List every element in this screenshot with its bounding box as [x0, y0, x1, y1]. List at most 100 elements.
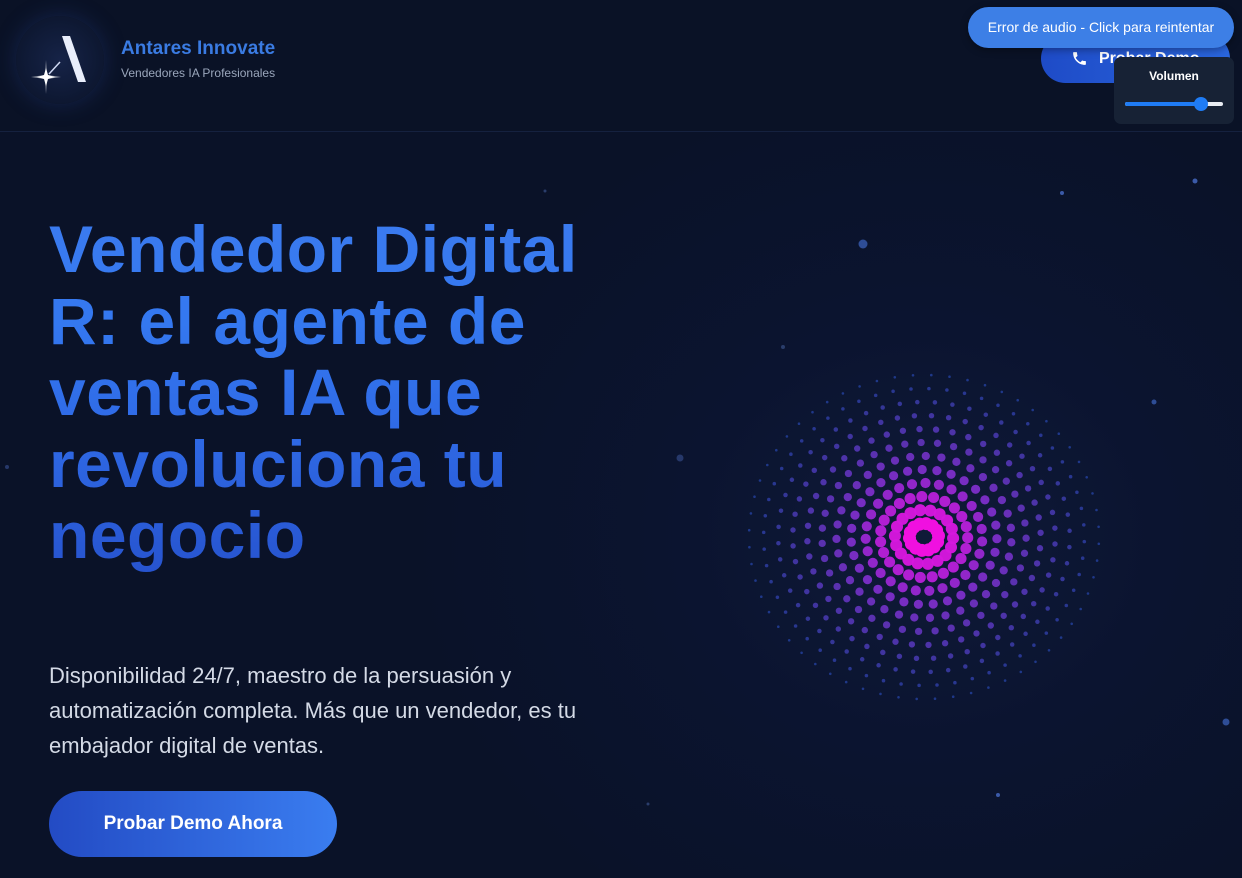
orb-particle [747, 528, 751, 532]
orb-particle [944, 541, 958, 554]
orb-particle [958, 636, 965, 643]
orb-particle [956, 606, 965, 615]
orb-particle [927, 540, 941, 554]
orb-particle [976, 523, 987, 535]
orb-particle [1055, 481, 1061, 486]
try-demo-now-button[interactable]: Probar Demo Ahora [49, 791, 337, 857]
orb-particle [876, 663, 881, 668]
orb-particle [863, 410, 869, 416]
orb-particle [890, 456, 900, 465]
orb-particle [857, 399, 861, 404]
orb-particle [862, 574, 873, 585]
orb-particle [924, 504, 937, 517]
orb-particle [946, 469, 956, 479]
orb-particle [987, 670, 991, 675]
orb-particle [795, 602, 801, 608]
orb-particle [1045, 419, 1048, 423]
brand-logo[interactable] [16, 16, 104, 104]
orb-particle [796, 496, 803, 502]
orb-particle [925, 613, 935, 622]
orb-particle [970, 676, 975, 681]
orb-particle [882, 489, 893, 500]
orb-particle [932, 400, 938, 405]
volume-slider[interactable] [1125, 97, 1223, 111]
orb-particle [833, 443, 840, 450]
orb-particle [937, 583, 948, 594]
orb-particle [763, 514, 768, 518]
orb-particle [928, 599, 938, 609]
orb-particle [1045, 572, 1052, 578]
orb-particle [991, 466, 1000, 474]
orb-particle [947, 653, 954, 659]
orb-particle [812, 427, 816, 431]
orb-particle [883, 431, 890, 438]
orb-particle [901, 440, 909, 448]
orb-particle [913, 655, 920, 662]
orb-particle [992, 534, 1002, 544]
orb-particle [790, 527, 796, 533]
orb-particle [949, 442, 958, 451]
orb-particle [899, 427, 907, 434]
orb-particle [870, 450, 878, 459]
orb-particle [804, 522, 812, 529]
orb-particle [873, 498, 884, 509]
orb-particle [861, 626, 868, 634]
orb-particle [951, 695, 955, 698]
orb-particle [833, 520, 842, 529]
orb-particle [902, 553, 915, 566]
orb-particle [933, 508, 946, 521]
orb-particle [987, 686, 990, 689]
volume-label: Volumen [1149, 69, 1199, 83]
orb-particle [978, 572, 988, 582]
hero-description: Disponibilidad 24/7, maestro de la persu… [49, 663, 577, 758]
volume-slider-thumb[interactable] [1194, 97, 1209, 111]
orb-particle [1077, 572, 1081, 577]
orb-particle [834, 549, 843, 558]
orb-particle [859, 657, 865, 662]
orb-particle [983, 412, 989, 417]
orb-particle [947, 532, 960, 545]
orb-particle [797, 422, 801, 426]
brand-name[interactable]: Antares Innovate [121, 38, 275, 60]
orb-particle [980, 642, 986, 649]
orb-particle [917, 683, 921, 688]
orb-particle [849, 550, 859, 561]
orb-particle [1092, 576, 1095, 579]
orb-particle [930, 523, 944, 537]
orb-particle [1045, 606, 1050, 611]
orb-particle [927, 386, 931, 391]
orb-particle [891, 389, 895, 394]
orb-particle [892, 638, 899, 645]
orb-particle [1091, 492, 1094, 495]
orb-particle [1036, 545, 1044, 552]
orb-particle [907, 520, 921, 534]
orb-particle [849, 635, 855, 642]
orb-particle [969, 599, 979, 608]
orb-particle [990, 602, 998, 610]
orb-particle [965, 448, 973, 456]
orb-particle [974, 548, 985, 559]
orb-particle [847, 523, 857, 534]
orb-particle [885, 505, 897, 517]
orb-particle [818, 524, 827, 532]
orb-particle [783, 610, 788, 614]
orb-particle [919, 517, 933, 531]
orb-particle [1052, 525, 1058, 531]
orb-particle [928, 412, 935, 419]
orb-particle [1067, 544, 1072, 550]
orb-particle [915, 399, 920, 405]
orb-particle [833, 427, 839, 432]
orb-particle [875, 567, 886, 579]
orb-particle [1070, 622, 1073, 626]
orb-particle [910, 613, 919, 622]
orb-particle [888, 529, 901, 542]
orb-particle [804, 538, 811, 545]
orb-particle [1011, 490, 1019, 498]
orb-particle [841, 392, 845, 395]
orb-particle [879, 692, 882, 696]
audio-error-retry-button[interactable]: Error de audio - Click para reintentar [968, 7, 1234, 48]
orb-particle [797, 574, 803, 580]
orb-particle [1039, 433, 1043, 438]
orb-particle [868, 614, 876, 622]
orb-particle [811, 410, 814, 414]
